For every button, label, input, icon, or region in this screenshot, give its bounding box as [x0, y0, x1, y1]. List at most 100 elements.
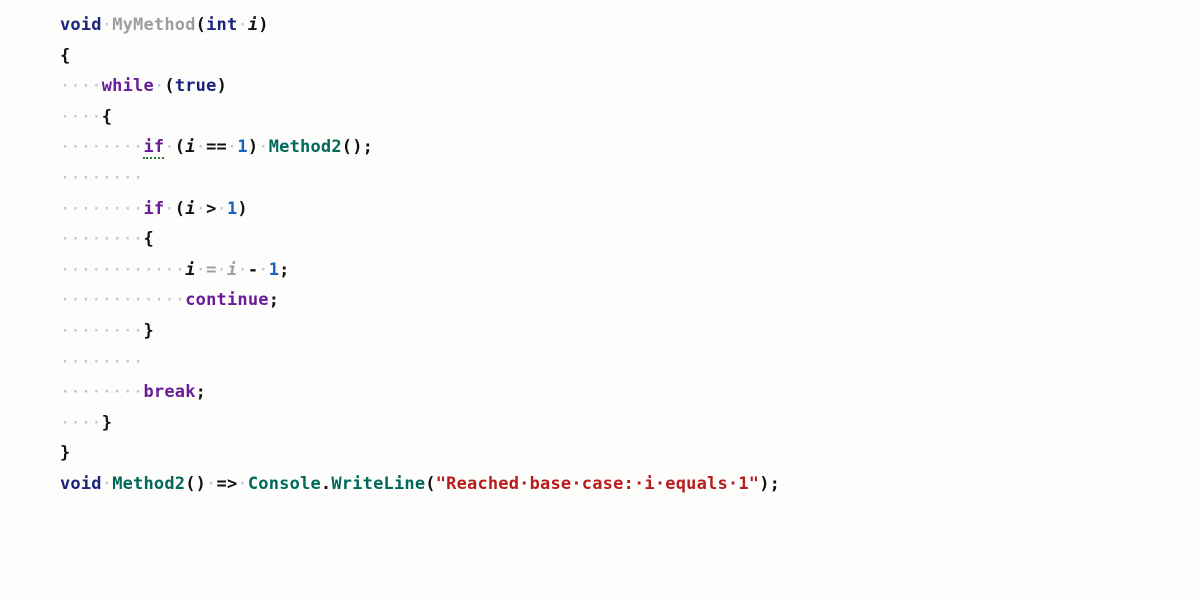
code-line: ············i·=·i·-·1;	[60, 255, 1200, 286]
code-line: ········}	[60, 316, 1200, 347]
paren-open: (	[175, 137, 185, 157]
paren-close: )	[759, 474, 769, 494]
code-line: void·Method2()·=>·Console.WriteLine("Rea…	[60, 469, 1200, 500]
brace-close: }	[60, 443, 70, 463]
whitespace-dot: ·	[217, 260, 227, 280]
variable-i: i	[185, 137, 195, 157]
paren-close: )	[352, 137, 362, 157]
operator-eqeq: ==	[206, 137, 227, 157]
indent-dots: ········	[60, 199, 143, 219]
number-one: 1	[227, 199, 237, 219]
code-line: ····{	[60, 102, 1200, 133]
semicolon: ;	[363, 137, 373, 157]
operator-gt: >	[206, 199, 216, 219]
operator-assign: =	[206, 260, 216, 280]
brace-open: {	[60, 46, 70, 66]
whitespace-dot: ·	[196, 260, 206, 280]
keyword-if: if	[143, 199, 164, 219]
code-line: ········break;	[60, 377, 1200, 408]
whitespace-dot: ·	[237, 474, 247, 494]
whitespace-dot: ·	[102, 15, 112, 35]
variable-i: i	[227, 260, 237, 280]
brace-open: {	[102, 107, 112, 127]
operator-minus: -	[248, 260, 258, 280]
keyword-void: void	[60, 474, 102, 494]
paren-open: (	[185, 474, 195, 494]
keyword-continue: continue	[185, 290, 268, 310]
operator-arrow: =>	[217, 474, 238, 494]
paren-close: )	[196, 474, 206, 494]
brace-open: {	[143, 229, 153, 249]
paren-open: (	[175, 199, 185, 219]
keyword-int: int	[206, 15, 237, 35]
string-literal: "Reached·base·case:·i·equals·1"	[436, 474, 759, 494]
indent-dots: ············	[60, 290, 185, 310]
brace-close: }	[143, 321, 153, 341]
dot: .	[321, 474, 331, 494]
code-line: void·MyMethod(int·i)	[60, 10, 1200, 41]
whitespace-dot: ·	[237, 15, 247, 35]
indent-dots: ········	[60, 321, 143, 341]
code-line: }	[60, 438, 1200, 469]
code-line: ········	[60, 163, 1200, 194]
whitespace-dot: ·	[154, 76, 164, 96]
whitespace-dot: ·	[217, 199, 227, 219]
paren-open: (	[425, 474, 435, 494]
whitespace-dot: ·	[196, 199, 206, 219]
method-method2: Method2	[269, 137, 342, 157]
code-editor[interactable]: void·MyMethod(int·i) { ····while·(true) …	[0, 0, 1200, 510]
code-line: ········if·(i·>·1)	[60, 194, 1200, 225]
keyword-if: if	[143, 137, 164, 159]
whitespace-dot: ·	[227, 137, 237, 157]
indent-dots: ········	[60, 352, 143, 372]
whitespace-dot: ·	[206, 474, 216, 494]
whitespace-dot: ·	[102, 474, 112, 494]
keyword-break: break	[143, 382, 195, 402]
whitespace-dot: ·	[237, 260, 247, 280]
indent-dots: ····	[60, 107, 102, 127]
paren-close: )	[217, 76, 227, 96]
keyword-true: true	[175, 76, 217, 96]
semicolon: ;	[770, 474, 780, 494]
indent-dots: ········	[60, 229, 143, 249]
whitespace-dot: ·	[164, 199, 174, 219]
indent-dots: ········	[60, 168, 143, 188]
code-line: ····}	[60, 408, 1200, 439]
paren-close: )	[258, 15, 268, 35]
whitespace-dot: ·	[196, 137, 206, 157]
code-line: ········	[60, 347, 1200, 378]
whitespace-dot: ·	[258, 260, 268, 280]
code-line: {	[60, 41, 1200, 72]
code-line: ····while·(true)	[60, 71, 1200, 102]
method-method2: Method2	[112, 474, 185, 494]
number-one: 1	[237, 137, 247, 157]
indent-dots: ············	[60, 260, 185, 280]
variable-i: i	[185, 199, 195, 219]
whitespace-dot: ·	[164, 137, 174, 157]
keyword-void: void	[60, 15, 102, 35]
number-one: 1	[269, 260, 279, 280]
indent-dots: ····	[60, 76, 102, 96]
semicolon: ;	[279, 260, 289, 280]
brace-close: }	[102, 413, 112, 433]
indent-dots: ········	[60, 382, 143, 402]
variable-i: i	[185, 260, 195, 280]
semicolon: ;	[269, 290, 279, 310]
paren-open: (	[164, 76, 174, 96]
keyword-while: while	[102, 76, 154, 96]
code-line: ········{	[60, 224, 1200, 255]
paren-close: )	[237, 199, 247, 219]
code-line: ············continue;	[60, 285, 1200, 316]
method-writeline: WriteLine	[331, 474, 425, 494]
indent-dots: ····	[60, 413, 102, 433]
paren-open: (	[342, 137, 352, 157]
variable-i: i	[248, 15, 258, 35]
semicolon: ;	[196, 382, 206, 402]
whitespace-dot: ·	[258, 137, 268, 157]
class-console: Console	[248, 474, 321, 494]
code-line: ········if·(i·==·1)·Method2();	[60, 132, 1200, 163]
paren-close: )	[248, 137, 258, 157]
indent-dots: ········	[60, 137, 143, 157]
paren-open: (	[196, 15, 206, 35]
method-name: MyMethod	[112, 15, 195, 35]
